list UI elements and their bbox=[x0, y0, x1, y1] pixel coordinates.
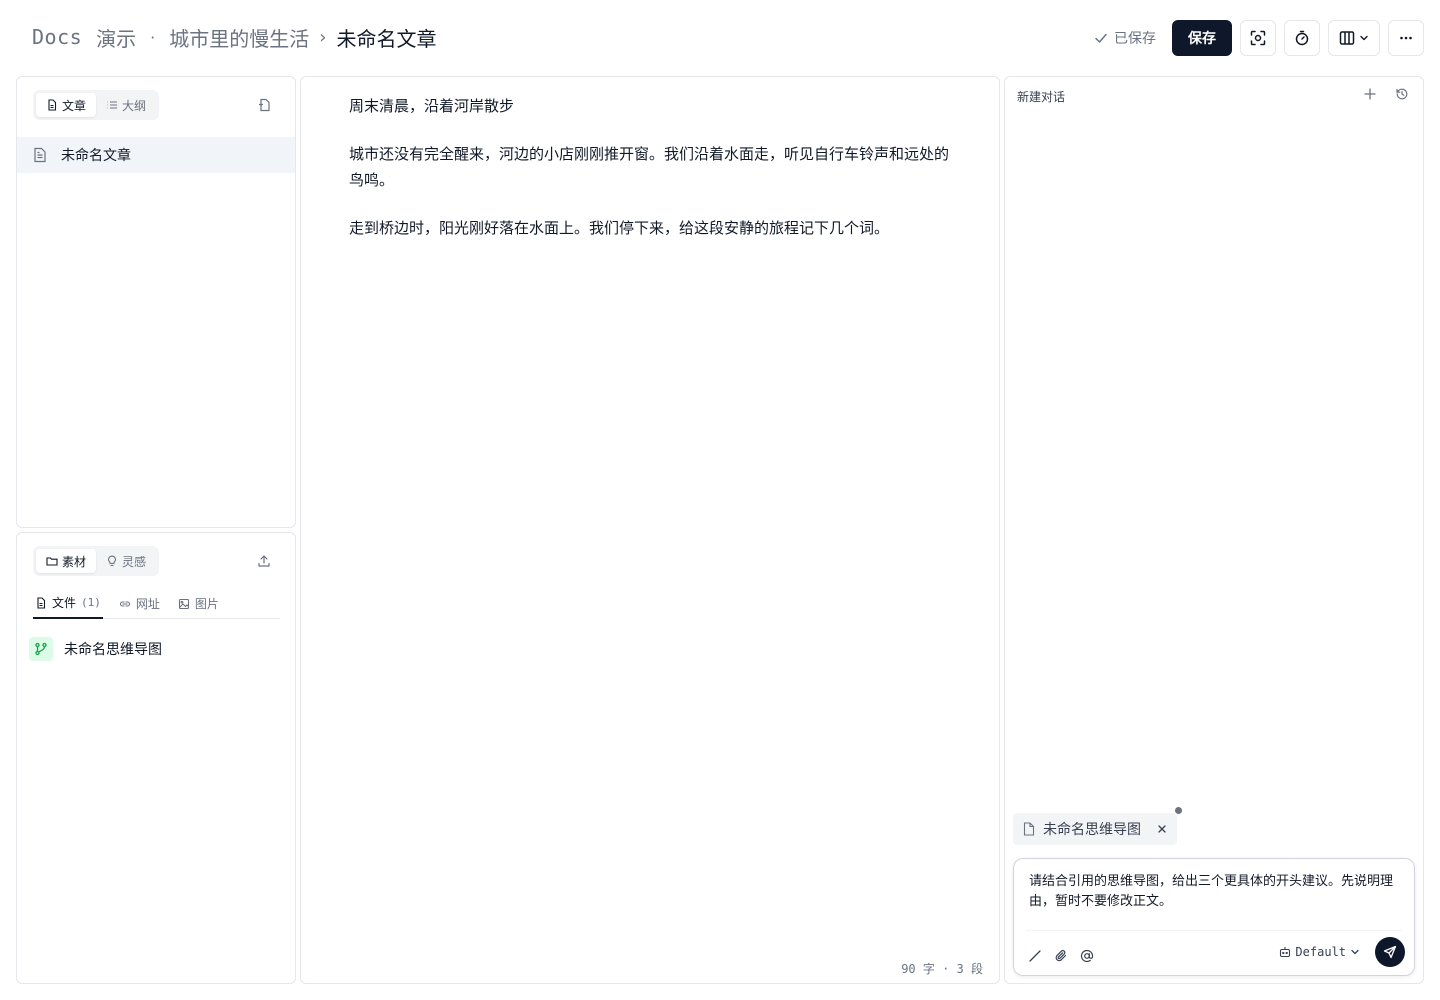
focus-icon bbox=[1250, 30, 1266, 46]
workspace-link[interactable]: 演示 bbox=[96, 23, 136, 52]
remove-attachment-button[interactable] bbox=[1157, 824, 1167, 834]
model-selector[interactable]: Default bbox=[1279, 945, 1360, 959]
article-list-item[interactable]: 未命名文章 bbox=[17, 137, 295, 173]
project-link[interactable]: 城市里的慢生活 bbox=[169, 23, 309, 52]
tab-outline[interactable]: 大纲 bbox=[96, 93, 156, 117]
sources-view-switch: 素材 灵感 bbox=[33, 546, 160, 576]
editor-paragraph[interactable]: 周末清晨，沿着河岸散步 bbox=[349, 93, 949, 119]
bot-icon bbox=[1279, 946, 1291, 958]
new-file-icon bbox=[257, 98, 271, 112]
editor-paragraph[interactable]: 走到桥边时，阳光刚好落在水面上。我们停下来，给这段安静的旅程记下几个词。 bbox=[349, 215, 949, 241]
file-icon bbox=[46, 99, 58, 111]
attachment-indicator-dot bbox=[1175, 807, 1182, 814]
slash-command-button[interactable] bbox=[1028, 949, 1042, 963]
current-article-title: 未命名文章 bbox=[336, 26, 437, 51]
image-icon bbox=[178, 598, 190, 610]
editor-panel: 周末清晨，沿着河岸散步 城市还没有完全醒来，河边的小店刚刚推开窗。我们沿着水面走… bbox=[300, 76, 1000, 984]
slash-icon bbox=[1028, 949, 1042, 963]
more-icon bbox=[1398, 30, 1414, 46]
chevron-down-icon bbox=[1350, 947, 1360, 957]
tab-files[interactable]: 文件 (1) bbox=[33, 589, 103, 619]
editor-paragraph[interactable]: 城市还没有完全醒来，河边的小店刚刚推开窗。我们沿着水面走，听见自行车铃声和远处的… bbox=[349, 141, 949, 193]
document-icon bbox=[33, 147, 47, 163]
send-icon bbox=[1383, 945, 1397, 959]
editor-content[interactable]: 周末清晨，沿着河岸散步 城市还没有完全醒来，河边的小店刚刚推开窗。我们沿着水面走… bbox=[349, 93, 949, 263]
tab-inspiration[interactable]: 灵感 bbox=[96, 549, 156, 573]
chat-history-button[interactable] bbox=[1395, 87, 1409, 101]
upload-button[interactable] bbox=[257, 554, 271, 568]
save-button[interactable]: 保存 bbox=[1172, 20, 1232, 56]
new-chat-button[interactable] bbox=[1363, 87, 1377, 101]
chevron-down-icon bbox=[1359, 33, 1369, 43]
upload-icon bbox=[257, 554, 271, 568]
history-icon bbox=[1395, 87, 1409, 101]
close-icon bbox=[1157, 824, 1167, 834]
word-count: 90 字 · 3 段 bbox=[901, 962, 983, 976]
saved-status-label: 已保存 bbox=[1114, 31, 1156, 47]
model-name: Default bbox=[1295, 945, 1346, 959]
chat-panel: 新建对话 未命名思维导图 请结合引用的思维导图，给出三个更具体的开头建议。先说明… bbox=[1004, 76, 1424, 984]
list-icon bbox=[106, 99, 118, 111]
focus-mode-button[interactable] bbox=[1240, 20, 1276, 56]
tab-materials[interactable]: 素材 bbox=[36, 549, 97, 573]
lightbulb-icon bbox=[106, 555, 118, 567]
source-type-tabs: 文件 (1) 网址 图片 bbox=[33, 589, 280, 619]
chat-composer: 请结合引用的思维导图，给出三个更具体的开头建议。先说明理由，暂时不要修改正文。 bbox=[1013, 858, 1415, 976]
new-article-button[interactable] bbox=[257, 98, 271, 112]
paperclip-icon bbox=[1054, 949, 1068, 963]
send-button[interactable] bbox=[1375, 937, 1405, 967]
articles-view-switch: 文章 大纲 bbox=[33, 90, 160, 120]
chat-title: 新建对话 bbox=[1017, 90, 1066, 104]
breadcrumb-dot: · bbox=[150, 27, 156, 47]
attach-button[interactable] bbox=[1054, 949, 1068, 963]
top-bar: Docs 演示 · 城市里的慢生活 › 未命名文章 已保存 保存 bbox=[0, 0, 1440, 76]
mindmap-icon bbox=[29, 637, 53, 661]
link-icon bbox=[119, 598, 131, 610]
attachment-name: 未命名思维导图 bbox=[1043, 822, 1141, 838]
sources-panel: 素材 灵感 文件 (1) 网址 图片 未命名思维导图 bbox=[16, 532, 296, 984]
timer-icon bbox=[1294, 30, 1310, 46]
articles-panel: 文章 大纲 未命名文章 bbox=[16, 76, 296, 528]
more-menu-button[interactable] bbox=[1388, 20, 1424, 56]
composer-divider bbox=[1026, 930, 1402, 931]
attachment-chip: 未命名思维导图 bbox=[1013, 813, 1177, 845]
breadcrumb-separator: › bbox=[319, 26, 327, 48]
saved-status: 已保存 bbox=[1094, 28, 1156, 48]
tab-urls[interactable]: 网址 bbox=[117, 589, 162, 619]
tab-articles[interactable]: 文章 bbox=[36, 93, 97, 117]
timer-button[interactable] bbox=[1284, 20, 1320, 56]
breadcrumb: Docs 演示 · 城市里的慢生活 › 未命名文章 bbox=[32, 22, 436, 52]
chat-message-input[interactable]: 请结合引用的思维导图，给出三个更具体的开头建议。先说明理由，暂时不要修改正文。 bbox=[1029, 872, 1401, 912]
plus-icon bbox=[1363, 87, 1377, 101]
source-file-title: 未命名思维导图 bbox=[64, 642, 162, 658]
document-icon bbox=[1023, 822, 1035, 836]
source-file-item[interactable]: 未命名思维导图 bbox=[29, 637, 162, 661]
files-count: (1) bbox=[81, 596, 101, 609]
mention-button[interactable] bbox=[1080, 949, 1094, 963]
check-icon bbox=[1094, 31, 1108, 45]
file-icon bbox=[35, 596, 47, 609]
folder-icon bbox=[46, 555, 58, 567]
tab-images[interactable]: 图片 bbox=[176, 589, 221, 619]
columns-icon bbox=[1339, 30, 1355, 46]
at-sign-icon bbox=[1080, 949, 1094, 963]
brand-link[interactable]: Docs bbox=[32, 25, 82, 49]
article-title: 未命名文章 bbox=[61, 148, 131, 164]
layout-toggle-button[interactable] bbox=[1328, 20, 1380, 56]
